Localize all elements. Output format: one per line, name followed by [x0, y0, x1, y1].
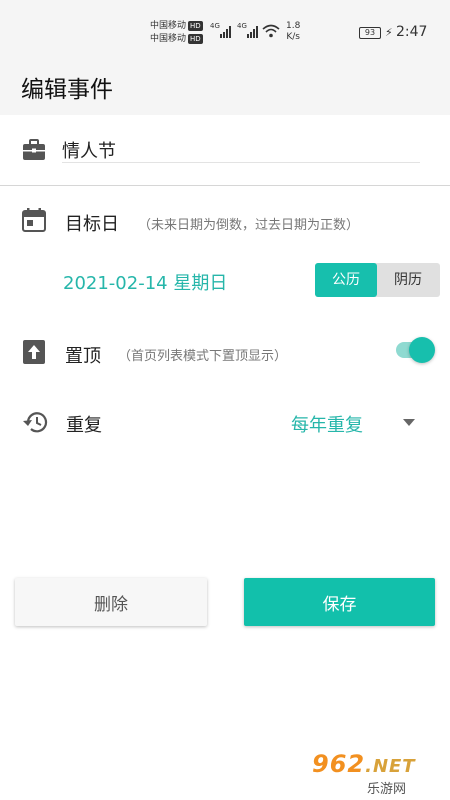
calendar-icon	[22, 208, 46, 232]
save-button[interactable]: 保存	[244, 578, 435, 626]
history-icon	[23, 412, 48, 433]
hd-badge: HD	[188, 21, 203, 31]
status-time: 2:47	[396, 24, 428, 40]
network-speed: 1.8 K/s	[286, 21, 300, 43]
watermark-domain: .NET	[365, 756, 416, 777]
event-name-row	[0, 115, 450, 185]
repeat-label: 重复	[66, 415, 102, 436]
title-bar: 编辑事件	[0, 60, 450, 115]
input-underline	[62, 162, 420, 163]
pin-top-label: 置顶	[65, 346, 101, 367]
network-type-label: 4G	[210, 22, 220, 30]
status-bar: 中国移动 HD 中国移动 HD 4G 4G 1.8 K/s 93 ⚡ 2:47	[0, 0, 450, 60]
chevron-down-icon[interactable]	[403, 419, 415, 426]
watermark-brand: 962.NET	[312, 750, 416, 778]
pin-top-hint: （首页列表模式下置顶显示）	[118, 349, 288, 364]
switch-knob[interactable]	[409, 337, 435, 363]
battery-indicator: 93	[359, 27, 381, 39]
wifi-icon	[262, 24, 280, 38]
pin-top-icon	[23, 340, 45, 364]
charging-icon: ⚡	[385, 26, 393, 39]
network-type-label: 4G	[237, 22, 247, 30]
target-date-hint: （未来日期为倒数，过去日期为正数）	[138, 218, 360, 233]
signal-icon	[220, 26, 231, 38]
calendar-type-toggle: 公历 阴历	[315, 263, 440, 297]
carrier-name-1: 中国移动	[150, 21, 187, 31]
delete-button[interactable]: 删除	[15, 578, 207, 626]
target-date-label: 目标日	[65, 214, 119, 235]
site-watermark: 962.NET 乐游网	[312, 750, 444, 797]
event-name-input[interactable]	[62, 137, 420, 163]
hd-badge: HD	[188, 34, 203, 44]
date-picker-value[interactable]: 2021-02-14 星期日	[63, 269, 227, 295]
watermark-brand-number: 962	[312, 750, 366, 778]
carrier-name-2: 中国移动	[150, 34, 187, 44]
repeat-select-value[interactable]: 每年重复	[291, 411, 363, 437]
section-divider	[0, 185, 450, 186]
lunar-calendar-option[interactable]: 阴历	[377, 263, 439, 297]
page-title: 编辑事件	[21, 77, 113, 103]
carrier-info: 中国移动 HD 中国移动 HD	[150, 20, 203, 46]
watermark-site-name: 乐游网	[364, 778, 410, 797]
speed-unit: K/s	[286, 32, 300, 42]
signal-icon	[247, 26, 258, 38]
solar-calendar-option[interactable]: 公历	[315, 263, 377, 297]
speed-value: 1.8	[286, 21, 301, 31]
briefcase-icon	[23, 139, 45, 160]
